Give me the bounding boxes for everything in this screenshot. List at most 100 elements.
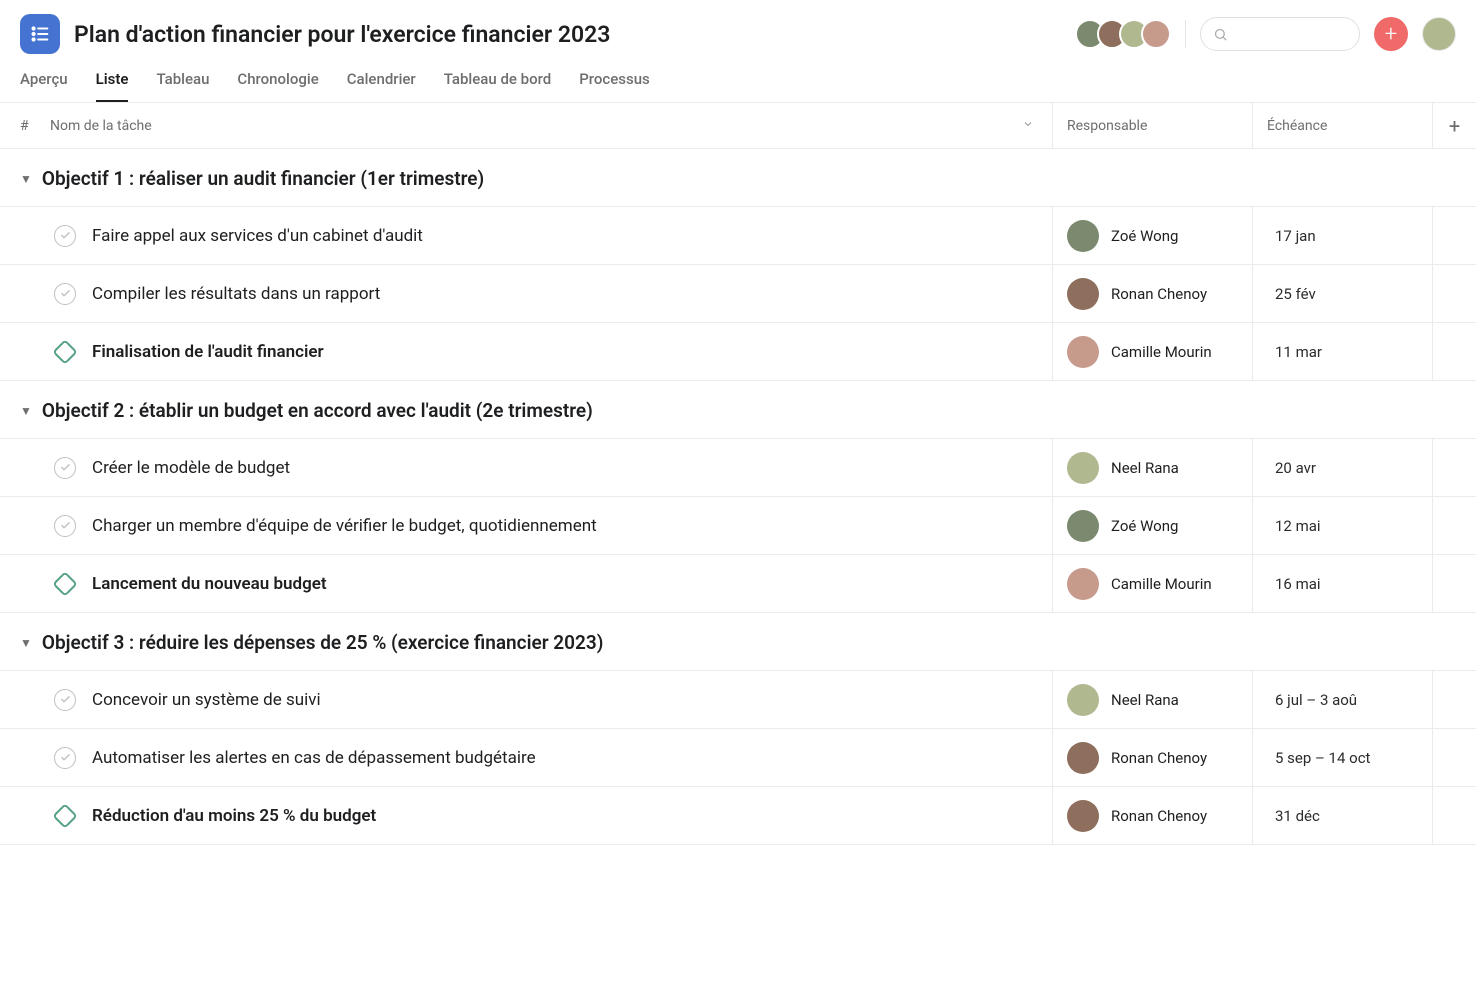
tab-processus[interactable]: Processus [579,70,650,102]
project-icon[interactable] [20,14,60,54]
caret-down-icon: ▼ [20,636,32,650]
cell-extra [1432,265,1476,322]
cell-assignee[interactable]: Ronan Chenoy [1052,265,1252,322]
task-complete-checkbox[interactable] [54,283,76,305]
section-header[interactable]: ▼ Objectif 3 : réduire les dépenses de 25… [0,613,1476,671]
tab-liste[interactable]: Liste [96,70,129,102]
assignee-avatar [1067,220,1099,252]
task-name: Compiler les résultats dans un rapport [92,284,380,304]
assignee-avatar [1067,684,1099,716]
cell-assignee[interactable]: Zoé Wong [1052,497,1252,554]
assignee-name: Camille Mourin [1111,343,1212,361]
assignee-name: Camille Mourin [1111,575,1212,593]
task-complete-checkbox[interactable] [54,225,76,247]
assignee-avatar [1067,336,1099,368]
assignee-avatar [1067,278,1099,310]
table-row[interactable]: Faire appel aux services d'un cabinet d'… [0,207,1476,265]
tab-tableau[interactable]: Tableau [156,70,209,102]
cell-due-date[interactable]: 20 avr [1252,439,1432,496]
assignee-avatar [1067,800,1099,832]
assignee-avatar [1067,452,1099,484]
assignee-name: Ronan Chenoy [1111,807,1207,825]
cell-extra [1432,439,1476,496]
task-name: Concevoir un système de suivi [92,690,321,710]
cell-due-date[interactable]: 11 mar [1252,323,1432,380]
assignee-avatar [1067,568,1099,600]
cell-extra [1432,497,1476,554]
table-row[interactable]: Compiler les résultats dans un rapport Ro… [0,265,1476,323]
cell-due-date[interactable]: 6 jul – 3 aoû [1252,671,1432,728]
milestone-icon [52,803,77,828]
assignee-name: Zoé Wong [1111,227,1178,245]
project-title: Plan d'action financier pour l'exercice … [74,21,610,48]
task-name: Automatiser les alertes en cas de dépass… [92,748,536,768]
cell-due-date[interactable]: 12 mai [1252,497,1432,554]
table-row[interactable]: Finalisation de l'audit financier Camille… [0,323,1476,381]
cell-due-date[interactable]: 5 sep – 14 oct [1252,729,1432,786]
cell-assignee[interactable]: Zoé Wong [1052,207,1252,264]
section-title: Objectif 3 : réduire les dépenses de 25 … [42,631,603,654]
column-assignee[interactable]: Responsable [1052,103,1252,148]
task-name: Finalisation de l'audit financier [92,342,324,362]
section-title: Objectif 1 : réaliser un audit financier… [42,167,484,190]
column-number: # [20,118,50,134]
task-name: Charger un membre d'équipe de vérifier l… [92,516,597,536]
task-name: Créer le modèle de budget [92,458,290,478]
cell-assignee[interactable]: Ronan Chenoy [1052,729,1252,786]
tab-aperçu[interactable]: Aperçu [20,70,68,102]
milestone-icon [52,571,77,596]
table-row[interactable]: Automatiser les alertes en cas de dépass… [0,729,1476,787]
tab-calendrier[interactable]: Calendrier [347,70,416,102]
search-icon [1213,27,1228,42]
divider [1185,20,1186,48]
cell-assignee[interactable]: Ronan Chenoy [1052,787,1252,844]
column-task-name[interactable]: Nom de la tâche [50,118,1052,134]
section-header[interactable]: ▼ Objectif 2 : établir un budget en accor… [0,381,1476,439]
tab-tableau-de-bord[interactable]: Tableau de bord [444,70,551,102]
collaborator-avatar[interactable] [1141,19,1171,49]
task-name: Lancement du nouveau budget [92,574,327,594]
chevron-down-icon [1022,118,1034,134]
cell-assignee[interactable]: Camille Mourin [1052,323,1252,380]
table-row[interactable]: Lancement du nouveau budget Camille Mouri… [0,555,1476,613]
tab-chronologie[interactable]: Chronologie [237,70,318,102]
assignee-avatar [1067,742,1099,774]
add-button[interactable]: + [1374,17,1408,51]
cell-assignee[interactable]: Camille Mourin [1052,555,1252,612]
table-row[interactable]: Concevoir un système de suivi Neel Rana 6 … [0,671,1476,729]
cell-extra [1432,207,1476,264]
cell-assignee[interactable]: Neel Rana [1052,671,1252,728]
task-name: Faire appel aux services d'un cabinet d'… [92,226,423,246]
task-complete-checkbox[interactable] [54,457,76,479]
assignee-name: Neel Rana [1111,691,1179,709]
cell-extra [1432,729,1476,786]
caret-down-icon: ▼ [20,172,32,186]
caret-down-icon: ▼ [20,404,32,418]
table-row[interactable]: Créer le modèle de budget Neel Rana 20 avr [0,439,1476,497]
column-due[interactable]: Échéance [1252,103,1432,148]
search-input[interactable] [1200,17,1360,51]
task-complete-checkbox[interactable] [54,689,76,711]
cell-due-date[interactable]: 17 jan [1252,207,1432,264]
table-row[interactable]: Charger un membre d'équipe de vérifier l… [0,497,1476,555]
task-complete-checkbox[interactable] [54,747,76,769]
cell-due-date[interactable]: 25 fév [1252,265,1432,322]
user-avatar[interactable] [1422,17,1456,51]
cell-assignee[interactable]: Neel Rana [1052,439,1252,496]
milestone-icon [52,339,77,364]
cell-due-date[interactable]: 16 mai [1252,555,1432,612]
section-title: Objectif 2 : établir un budget en accord… [42,399,593,422]
assignee-name: Ronan Chenoy [1111,749,1207,767]
cell-extra [1432,671,1476,728]
collaborators[interactable] [1083,19,1171,49]
cell-extra [1432,555,1476,612]
add-column-button[interactable]: + [1432,103,1476,148]
task-complete-checkbox[interactable] [54,515,76,537]
cell-due-date[interactable]: 31 déc [1252,787,1432,844]
assignee-name: Neel Rana [1111,459,1179,477]
assignee-name: Ronan Chenoy [1111,285,1207,303]
cell-extra [1432,787,1476,844]
table-row[interactable]: Réduction d'au moins 25 % du budgetRonan… [0,787,1476,845]
cell-extra [1432,323,1476,380]
section-header[interactable]: ▼ Objectif 1 : réaliser un audit financie… [0,149,1476,207]
